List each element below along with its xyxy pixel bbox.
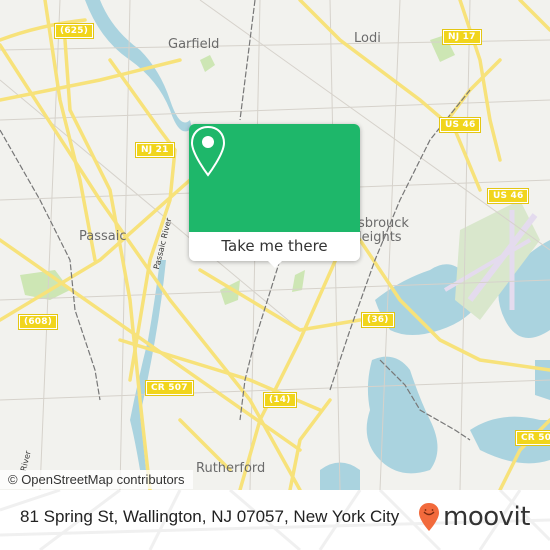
place-label-hasbrouck-heights: sbrouck leights [358, 216, 409, 245]
moovit-smiley-pin-icon [419, 503, 439, 531]
map-attribution[interactable]: © OpenStreetMap contributors [0, 470, 193, 489]
road-shield-us46-north: US 46 [438, 117, 482, 133]
road-shield-36: (36) [361, 312, 395, 328]
footer-bar: 81 Spring St, Wallington, NJ 07057, New … [0, 490, 550, 550]
take-me-there-button[interactable]: Take me there [189, 232, 360, 261]
popup-header [189, 124, 360, 232]
moovit-logo[interactable]: moovit [418, 502, 530, 532]
place-label-garfield: Garfield [168, 37, 220, 52]
road-shield-625: (625) [53, 23, 95, 39]
road-shield-us46-east: US 46 [486, 188, 530, 204]
place-label-passaic: Passaic [79, 229, 127, 244]
place-label-rutherford: Rutherford [196, 461, 266, 476]
road-shield-cr507: CR 507 [145, 380, 194, 396]
map-pin-icon [190, 125, 226, 177]
map-view[interactable]: Garfield Lodi Passaic sbrouck leights Ru… [0, 0, 550, 490]
place-label-lodi: Lodi [354, 31, 381, 46]
road-shield-nj21: NJ 21 [135, 142, 175, 158]
address-text: 81 Spring St, Wallington, NJ 07057, New … [20, 507, 400, 526]
road-shield-cr50x: CR 50 [514, 430, 550, 446]
road-shield-608: (608) [17, 314, 59, 330]
location-popup: Take me there [189, 124, 360, 268]
road-shield-nj17: NJ 17 [442, 29, 482, 45]
road-shield-14: (14) [263, 392, 297, 408]
popup-pointer [267, 260, 283, 268]
moovit-wordmark: moovit [443, 502, 530, 532]
